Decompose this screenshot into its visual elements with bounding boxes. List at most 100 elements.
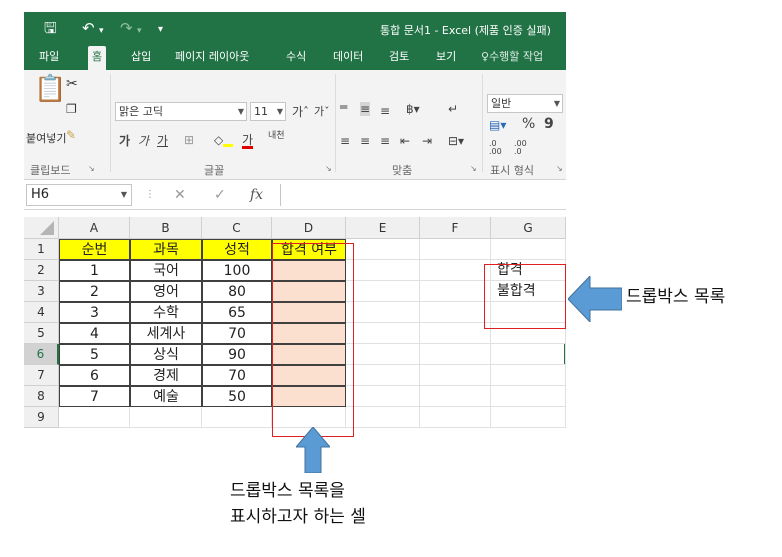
- enter-icon[interactable]: ✓: [214, 187, 226, 203]
- decrease-indent-icon[interactable]: ⇤: [400, 134, 410, 148]
- column-header-a[interactable]: A: [59, 217, 130, 239]
- row-header-4[interactable]: 4: [24, 302, 59, 323]
- cell-a1[interactable]: 순번: [59, 239, 130, 260]
- comma-button[interactable]: 9: [544, 117, 554, 131]
- cell-f4[interactable]: [420, 302, 491, 323]
- italic-button[interactable]: 가: [138, 134, 149, 148]
- number-launcher-icon[interactable]: ↘: [556, 164, 563, 173]
- cell-c7[interactable]: 70: [202, 365, 272, 386]
- alignment-launcher-icon[interactable]: ↘: [470, 164, 477, 173]
- tab-view[interactable]: 보기: [432, 46, 460, 70]
- cell-c9[interactable]: [202, 407, 272, 428]
- row-header-3[interactable]: 3: [24, 281, 59, 302]
- column-header-d[interactable]: D: [272, 217, 346, 239]
- cell-c4[interactable]: 65: [202, 302, 272, 323]
- cell-f9[interactable]: [420, 407, 491, 428]
- column-header-c[interactable]: C: [202, 217, 272, 239]
- cell-a4[interactable]: 3: [59, 302, 130, 323]
- cancel-icon[interactable]: ✕: [174, 187, 186, 203]
- align-right-icon[interactable]: ≡: [380, 134, 390, 148]
- grow-font-button[interactable]: 가ˆ: [292, 105, 309, 119]
- cell-g7[interactable]: [491, 365, 566, 386]
- redo-icon[interactable]: ↷: [120, 20, 133, 36]
- paste-icon[interactable]: 📋: [34, 74, 66, 104]
- tab-page-layout[interactable]: 페이지 레이아웃: [171, 46, 253, 70]
- font-color-button[interactable]: 가: [242, 134, 254, 149]
- row-header-6[interactable]: 6: [24, 344, 59, 365]
- cell-f3[interactable]: [420, 281, 491, 302]
- cell-e2[interactable]: [346, 260, 420, 281]
- cell-a9[interactable]: [59, 407, 130, 428]
- name-box[interactable]: H6 ▼: [26, 184, 132, 206]
- align-bottom-icon[interactable]: ≡: [380, 104, 390, 118]
- cell-c6[interactable]: 90: [202, 344, 272, 365]
- row-header-2[interactable]: 2: [24, 260, 59, 281]
- increase-decimal-button[interactable]: .0 .00: [489, 140, 511, 156]
- tab-insert[interactable]: 삽입: [127, 46, 155, 70]
- accounting-format-icon[interactable]: ▤▾: [489, 118, 506, 132]
- cell-e9[interactable]: [346, 407, 420, 428]
- customize-qat-icon[interactable]: ▾: [158, 22, 163, 38]
- cell-a6[interactable]: 5: [59, 344, 130, 365]
- row-header-7[interactable]: 7: [24, 365, 59, 386]
- cell-b3[interactable]: 영어: [130, 281, 202, 302]
- cell-f1[interactable]: [420, 239, 491, 260]
- cell-b4[interactable]: 수학: [130, 302, 202, 323]
- format-painter-icon[interactable]: ✎: [66, 128, 76, 142]
- row-header-9[interactable]: 9: [24, 407, 59, 428]
- borders-icon[interactable]: ⊞: [184, 133, 194, 147]
- cell-b5[interactable]: 세계사: [130, 323, 202, 344]
- tell-me-box[interactable]: ♀수행할 작업: [477, 46, 547, 70]
- cell-g8[interactable]: [491, 386, 566, 407]
- column-header-g[interactable]: G: [491, 217, 566, 239]
- row-header-1[interactable]: 1: [24, 239, 59, 260]
- phonetic-button[interactable]: 내천: [268, 132, 285, 141]
- align-middle-icon[interactable]: ≡: [360, 102, 371, 116]
- cell-b2[interactable]: 국어: [130, 260, 202, 281]
- cell-g9[interactable]: [491, 407, 566, 428]
- cell-f2[interactable]: [420, 260, 491, 281]
- font-name-select[interactable]: 맑은 고딕 ▼: [115, 102, 247, 121]
- cell-e1[interactable]: [346, 239, 420, 260]
- shrink-font-button[interactable]: 가ˇ: [314, 105, 330, 119]
- cut-icon[interactable]: ✂: [66, 76, 78, 92]
- align-center-icon[interactable]: ≡: [360, 134, 370, 148]
- cell-g6[interactable]: [491, 344, 566, 365]
- tab-review[interactable]: 검토: [385, 46, 413, 70]
- cell-b1[interactable]: 과목: [130, 239, 202, 260]
- cell-a3[interactable]: 2: [59, 281, 130, 302]
- insert-function-button[interactable]: fx: [250, 187, 263, 203]
- align-top-icon[interactable]: ═: [340, 100, 347, 114]
- cell-a7[interactable]: 6: [59, 365, 130, 386]
- undo-icon[interactable]: ↶: [82, 20, 95, 36]
- cell-e5[interactable]: [346, 323, 420, 344]
- cell-g1[interactable]: [491, 239, 566, 260]
- cell-e6[interactable]: [346, 344, 420, 365]
- cell-e8[interactable]: [346, 386, 420, 407]
- cell-e4[interactable]: [346, 302, 420, 323]
- cell-e3[interactable]: [346, 281, 420, 302]
- increase-indent-icon[interactable]: ⇥: [422, 134, 432, 148]
- column-header-b[interactable]: B: [130, 217, 202, 239]
- copy-icon[interactable]: ❐: [66, 102, 77, 116]
- orientation-icon[interactable]: ฿▾: [406, 102, 420, 116]
- column-header-f[interactable]: F: [420, 217, 491, 239]
- cell-f7[interactable]: [420, 365, 491, 386]
- cell-f6[interactable]: [420, 344, 491, 365]
- merge-center-icon[interactable]: ⊟▾: [448, 134, 464, 148]
- clipboard-launcher-icon[interactable]: ↘: [88, 164, 95, 173]
- cell-a2[interactable]: 1: [59, 260, 130, 281]
- tab-file[interactable]: 파일: [35, 46, 63, 70]
- cell-c3[interactable]: 80: [202, 281, 272, 302]
- row-header-8[interactable]: 8: [24, 386, 59, 407]
- tab-home[interactable]: 홈: [88, 46, 107, 70]
- cell-f5[interactable]: [420, 323, 491, 344]
- underline-button[interactable]: 가: [157, 134, 168, 148]
- save-icon[interactable]: 🖫: [44, 20, 57, 36]
- tab-formulas[interactable]: 수식: [282, 46, 310, 70]
- cell-a8[interactable]: 7: [59, 386, 130, 407]
- formula-input[interactable]: [280, 184, 566, 206]
- cell-e7[interactable]: [346, 365, 420, 386]
- bold-button[interactable]: 가: [119, 134, 130, 148]
- undo-dropdown-icon[interactable]: ▾: [99, 23, 104, 39]
